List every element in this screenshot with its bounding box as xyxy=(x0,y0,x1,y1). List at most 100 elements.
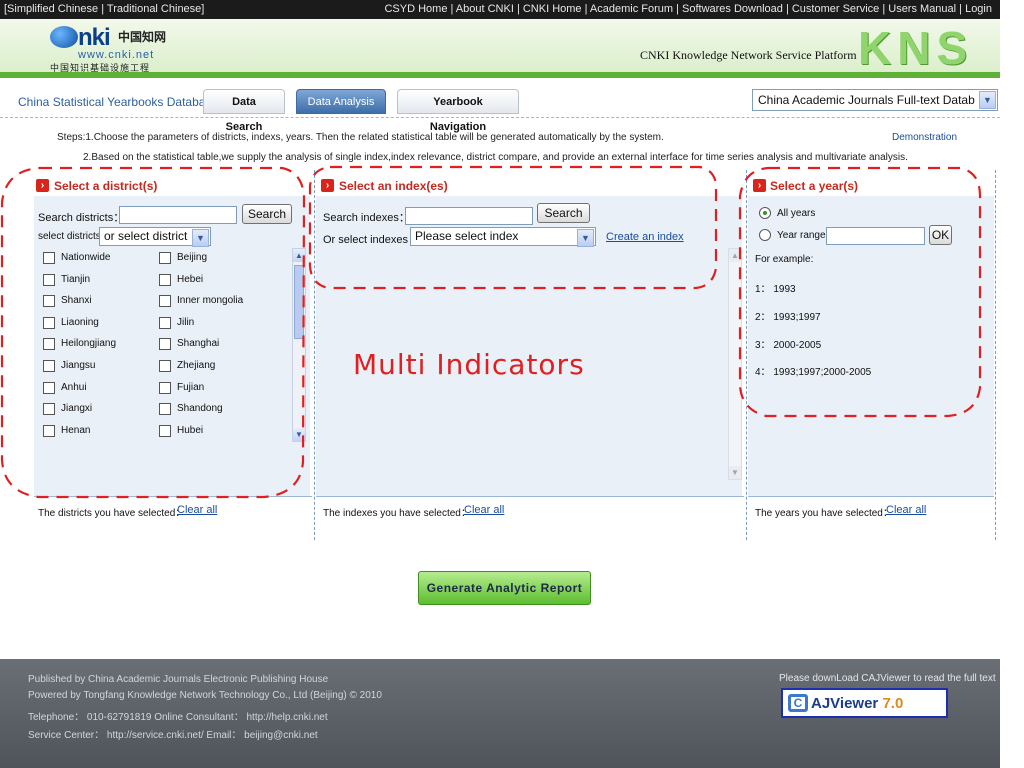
cajviewer-download-button[interactable]: C AJViewer 7.0 xyxy=(781,688,948,718)
year-title: Select a year(s) xyxy=(770,179,859,193)
district-checkbox[interactable] xyxy=(159,424,171,437)
district-footer-rule xyxy=(34,496,312,497)
district-checkbox[interactable] xyxy=(159,403,171,416)
cajviewer-label: AJViewer 7.0 xyxy=(811,695,903,712)
district-checkbox-label: Hubei xyxy=(177,424,204,436)
district-select[interactable]: or select district ▼ xyxy=(99,227,211,247)
chevron-down-icon[interactable]: ▼ xyxy=(577,229,594,247)
year-clear-all-link[interactable]: Clear all xyxy=(886,504,926,516)
year-range-radio[interactable] xyxy=(759,229,771,241)
demonstration-link[interactable]: Demonstration xyxy=(892,132,957,143)
index-scrollbar[interactable]: ▲ ▼ xyxy=(728,248,742,480)
district-checkbox-label: Henan xyxy=(61,424,91,436)
year-example: 4： 1993;1997;2000-2005 xyxy=(755,367,872,378)
year-range-label: Year range xyxy=(777,230,826,241)
select-districts-label: select districts: xyxy=(38,231,104,242)
scrollbar-thumb[interactable] xyxy=(294,265,304,339)
district-checkbox-label: Jiangxi xyxy=(61,403,93,415)
district-checkbox-label: Hebei xyxy=(177,273,204,285)
language-switch[interactable]: [Simplified Chinese | Traditional Chines… xyxy=(4,0,204,19)
district-checkbox[interactable] xyxy=(43,295,55,308)
district-checkbox-label: Fujian xyxy=(177,381,205,393)
district-checkbox-label: Inner mongolia xyxy=(177,295,244,307)
generate-report-button[interactable]: Generate Analytic Report xyxy=(418,571,591,605)
tab-data-search[interactable]: Data Search xyxy=(203,89,285,133)
district-checkbox-label: Tianjin xyxy=(61,273,91,285)
create-index-link[interactable]: Create an index xyxy=(606,231,684,243)
district-search-button[interactable]: Search xyxy=(242,204,292,224)
district-search-input[interactable] xyxy=(119,206,237,224)
district-scrollbar[interactable]: ▲ ▼ xyxy=(292,248,306,442)
district-checkbox[interactable] xyxy=(43,381,55,394)
district-checkbox-label: Shanxi xyxy=(61,295,92,307)
index-footer-rule xyxy=(316,496,744,497)
district-checkbox[interactable] xyxy=(159,360,171,372)
district-checkbox-label: Heilongjiang xyxy=(61,338,117,350)
years-selected-label: The years you have selected： xyxy=(755,508,893,519)
districts-selected-label: The districts you have selected： xyxy=(38,508,186,519)
all-years-radio[interactable] xyxy=(759,207,771,219)
index-select[interactable]: Please select index ▼ xyxy=(410,227,596,247)
district-checkbox[interactable] xyxy=(43,338,55,351)
tab-yearbook-navigation[interactable]: Yearbook Navigation xyxy=(397,89,519,133)
district-checkbox[interactable] xyxy=(43,403,55,416)
scroll-down-icon[interactable]: ▼ xyxy=(293,428,305,441)
scroll-down-icon[interactable]: ▼ xyxy=(729,466,741,479)
district-checkbox-label: Beijing xyxy=(177,252,208,263)
scroll-up-icon[interactable]: ▲ xyxy=(729,249,741,262)
database-select[interactable]: China Academic Journals Full-text Datab … xyxy=(752,89,998,111)
district-checkbox[interactable] xyxy=(159,316,171,329)
district-checkbox-label: Shandong xyxy=(177,403,223,415)
platform-title: CNKI Knowledge Network Service Platform xyxy=(640,48,857,62)
district-checkbox-label: Liaoning xyxy=(61,316,99,328)
district-checkbox[interactable] xyxy=(159,252,171,264)
logo-globe-icon xyxy=(50,26,78,48)
index-select-value: Please select index xyxy=(415,229,519,243)
index-clear-all-link[interactable]: Clear all xyxy=(464,504,504,516)
all-years-label: All years xyxy=(777,208,816,219)
kns-brand: KNS xyxy=(858,22,974,74)
search-indexes-label: Search indexes： xyxy=(323,212,410,224)
district-checkbox[interactable] xyxy=(159,381,171,394)
district-checkbox-label: Zhejiang xyxy=(177,360,216,371)
footer-line: Telephone： 010-62791819 Online Consultan… xyxy=(28,712,328,723)
district-checkbox[interactable] xyxy=(159,338,171,351)
district-clear-all-link[interactable]: Clear all xyxy=(177,504,217,516)
year-range-input[interactable] xyxy=(826,227,925,245)
district-checkbox[interactable] xyxy=(159,273,171,286)
district-title: Select a district(s) xyxy=(54,179,158,193)
tab-data-analysis[interactable]: Data Analysis xyxy=(296,89,386,114)
district-checkbox[interactable] xyxy=(43,273,55,286)
select-indexes-label: Or select indexes ： xyxy=(323,234,423,246)
footer: Published by China Academic Journals Ele… xyxy=(0,659,1000,768)
cnki-logo[interactable]: nki 中国知网 www.cnki.net 中国知识基础设施工程 xyxy=(48,24,198,74)
index-search-button[interactable]: Search xyxy=(537,203,590,223)
chevron-down-icon[interactable]: ▼ xyxy=(979,91,996,109)
year-example: 2： 1993;1997 xyxy=(755,312,821,323)
footer-line: Published by China Academic Journals Ele… xyxy=(28,674,329,685)
indexes-selected-label: The indexes you have selected： xyxy=(323,508,471,519)
search-districts-label: Search districts： xyxy=(38,212,125,224)
district-checkbox[interactable] xyxy=(43,252,55,264)
district-checkbox-label: Shanghai xyxy=(177,338,220,350)
arrow-right-icon: › xyxy=(321,179,334,192)
district-checkbox-label: Jiangsu xyxy=(61,360,96,371)
logo-url: www.cnki.net xyxy=(78,49,155,61)
index-search-input[interactable] xyxy=(405,207,533,225)
year-ok-button[interactable]: OK xyxy=(929,225,952,245)
logo-chinese: 中国知网 xyxy=(118,30,167,44)
database-title: China Statistical Yearbooks Database xyxy=(18,95,219,109)
district-checkbox[interactable] xyxy=(43,316,55,329)
arrow-right-icon: › xyxy=(753,179,766,192)
district-checkbox[interactable] xyxy=(159,295,171,308)
header: nki 中国知网 www.cnki.net 中国知识基础设施工程 CNKI Kn… xyxy=(0,19,1000,78)
district-checkbox[interactable] xyxy=(43,360,55,372)
district-checkbox-label: Anhui xyxy=(61,381,87,393)
district-select-value: or select district xyxy=(104,229,188,243)
district-checkbox[interactable] xyxy=(43,424,55,437)
cajviewer-logo-icon: C xyxy=(788,694,808,712)
top-links[interactable]: CSYD Home | About CNKI | CNKI Home | Aca… xyxy=(384,0,992,19)
database-select-value: China Academic Journals Full-text Datab xyxy=(758,93,975,107)
chevron-down-icon[interactable]: ▼ xyxy=(192,229,209,247)
scroll-up-icon[interactable]: ▲ xyxy=(293,249,305,262)
